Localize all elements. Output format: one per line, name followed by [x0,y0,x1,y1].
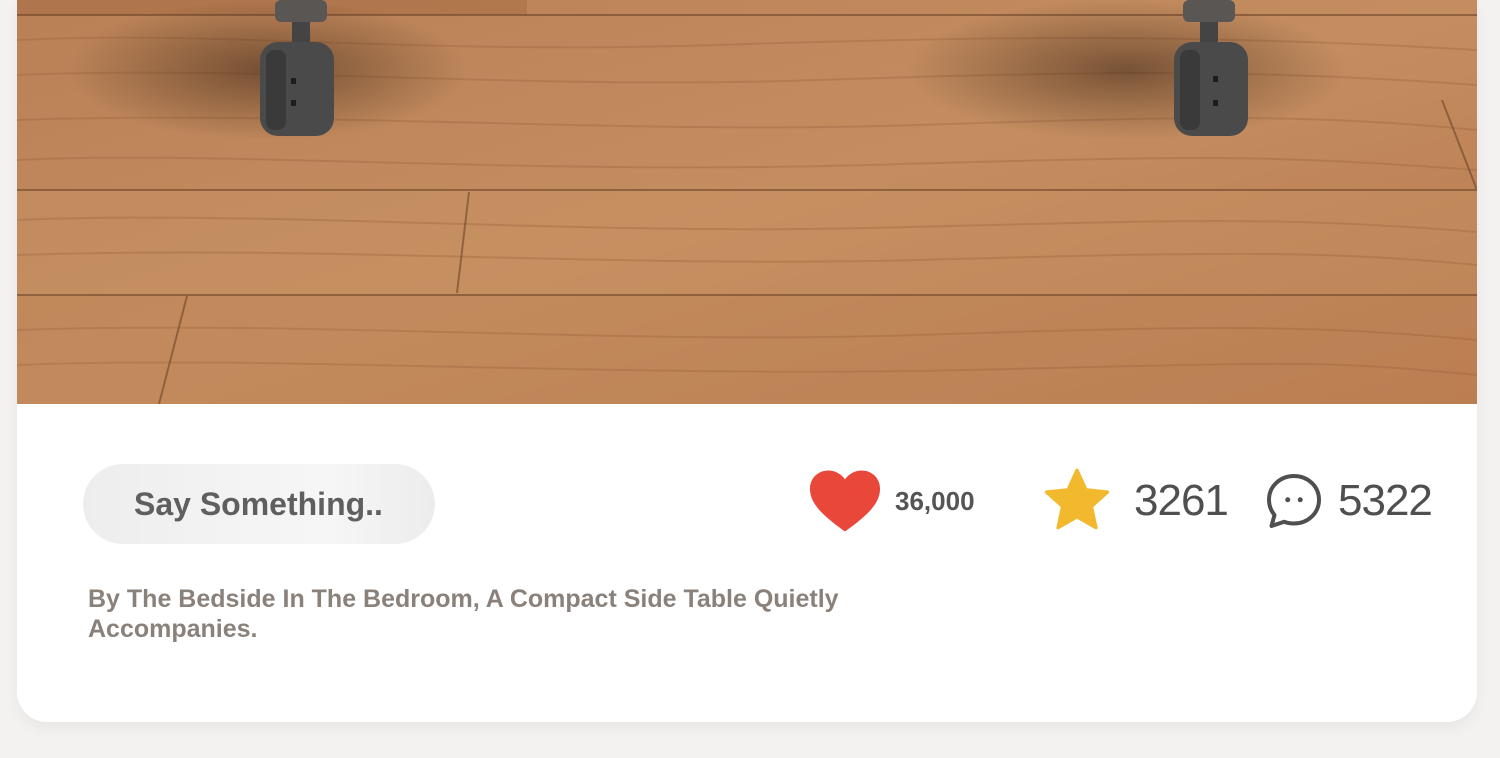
post-image[interactable] [17,0,1477,404]
chat-bubble-icon[interactable] [1264,471,1324,531]
post-card: Say Something.. 36,000 3261 5322 By The … [17,0,1477,722]
star-icon[interactable] [1042,468,1112,534]
favorite-count: 3261 [1134,476,1229,525]
heart-icon[interactable] [807,469,883,533]
comment-count: 5322 [1338,476,1433,525]
like-stat[interactable]: 36,000 [807,466,975,536]
like-count: 36,000 [895,485,975,516]
favorite-stat[interactable]: 3261 [1042,466,1229,536]
comment-input[interactable]: Say Something.. [83,464,435,544]
comment-stat[interactable]: 5322 [1264,466,1433,536]
post-caption: By The Bedside In The Bedroom, A Compact… [88,585,839,643]
